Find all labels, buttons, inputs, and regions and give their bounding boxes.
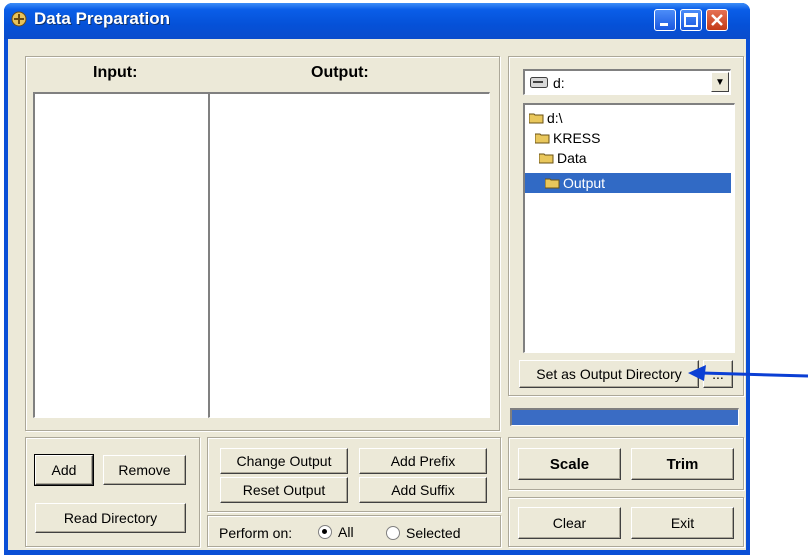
add-button[interactable]: Add [34, 454, 94, 486]
tree-item-data[interactable]: Data [539, 150, 587, 166]
input-label: Input: [93, 64, 138, 81]
app-icon [10, 10, 28, 28]
input-listbox[interactable] [33, 92, 209, 418]
open-folder-icon [545, 178, 560, 189]
minimize-icon [660, 23, 668, 26]
window-title: Data Preparation [34, 9, 171, 28]
tree-item-label: d:\ [547, 110, 563, 126]
pointer-arrow-icon [688, 365, 809, 381]
radio-all-label: All [338, 524, 354, 540]
output-label: Output: [311, 64, 369, 81]
progress-bar [510, 408, 739, 426]
close-button[interactable] [706, 9, 728, 31]
chevron-down-icon: ▼ [715, 76, 725, 88]
tree-item-output[interactable]: Output [525, 173, 731, 193]
change-output-button[interactable]: Change Output [220, 448, 348, 474]
open-folder-icon [529, 113, 544, 124]
exit-button[interactable]: Exit [631, 507, 734, 539]
read-directory-button[interactable]: Read Directory [35, 503, 186, 533]
add-suffix-button[interactable]: Add Suffix [359, 477, 487, 503]
tree-item-label: Output [563, 175, 606, 191]
drive-select[interactable]: d: ▼ [523, 69, 731, 95]
radio-selected-indicator[interactable] [386, 526, 400, 540]
tree-item-drive[interactable]: d:\ [529, 110, 563, 126]
tree-item-kress[interactable]: KRESS [535, 130, 600, 146]
drive-value: d: [553, 75, 565, 91]
add-prefix-button[interactable]: Add Prefix [359, 448, 487, 474]
radio-selected[interactable]: Selected [386, 525, 460, 541]
reset-output-button[interactable]: Reset Output [220, 477, 348, 503]
close-icon [711, 14, 723, 26]
radio-selected-label: Selected [406, 525, 461, 541]
set-output-directory-button[interactable]: Set as Output Directory [519, 360, 699, 388]
clear-button[interactable]: Clear [518, 507, 621, 539]
open-folder-icon [535, 133, 550, 144]
progress-fill [512, 410, 738, 425]
maximize-icon [684, 13, 698, 27]
directory-tree[interactable]: d:\ KRESS Data Output [523, 103, 735, 353]
drive-dropdown-button[interactable]: ▼ [711, 72, 729, 92]
tree-item-label: Data [557, 150, 587, 166]
maximize-button[interactable] [680, 9, 702, 31]
output-listbox[interactable] [208, 92, 490, 418]
minimize-button[interactable] [654, 9, 676, 31]
perform-on-label: Perform on: [219, 525, 293, 541]
tree-item-label: KRESS [553, 130, 601, 146]
drive-icon [530, 77, 548, 88]
scale-button[interactable]: Scale [518, 448, 621, 480]
trim-button[interactable]: Trim [631, 448, 734, 480]
radio-all-indicator[interactable] [318, 525, 332, 539]
remove-button[interactable]: Remove [103, 455, 186, 485]
open-folder-icon [539, 153, 554, 164]
radio-all[interactable]: All [318, 524, 354, 540]
